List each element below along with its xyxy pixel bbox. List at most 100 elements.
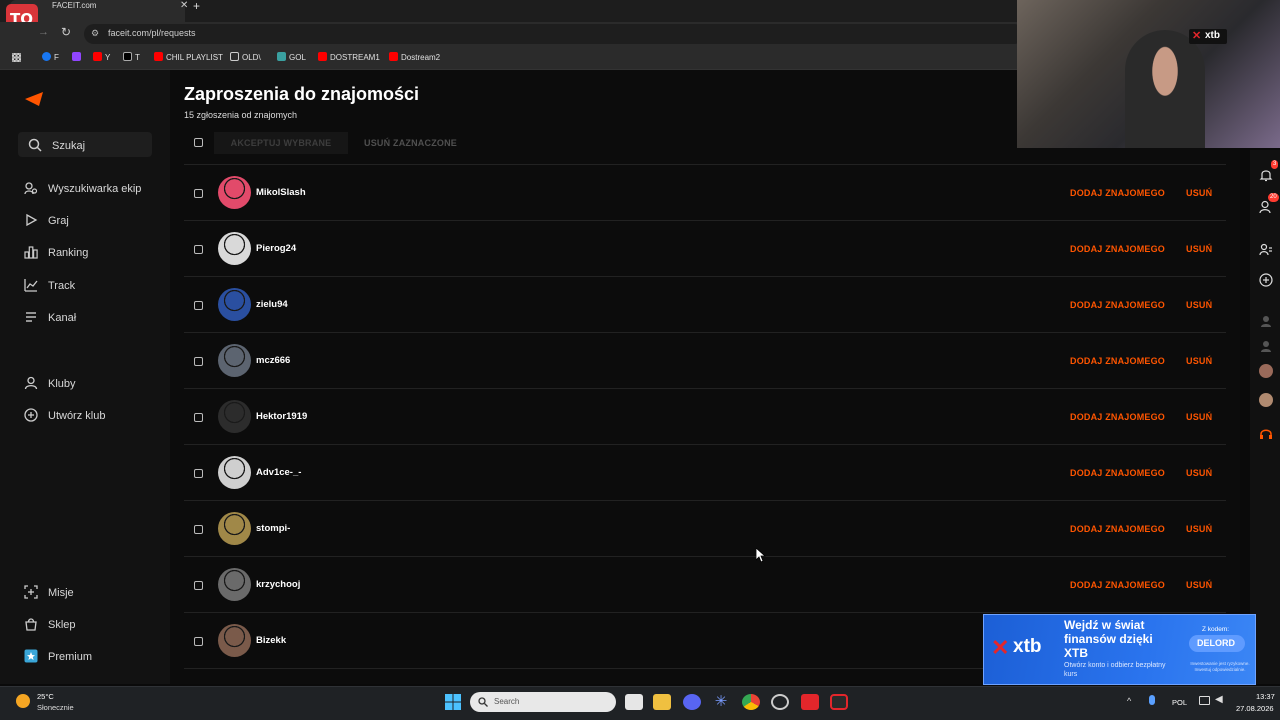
avatar[interactable] [218, 624, 251, 657]
add-icon[interactable] [1259, 273, 1273, 287]
bookmark-t[interactable]: T [123, 52, 140, 62]
sidebar-item-premium[interactable]: Premium [24, 649, 92, 663]
bookmark-old[interactable]: OLD\ [230, 52, 261, 62]
avatar[interactable] [218, 344, 251, 377]
volume-icon[interactable]: ◀ [1215, 694, 1223, 705]
avatar[interactable] [218, 288, 251, 321]
recorder-app-icon[interactable] [801, 694, 819, 710]
bookmark-chil-playlist[interactable]: CHIL PLAYLIST [154, 52, 223, 62]
username[interactable]: Hektor1919 [256, 411, 307, 422]
friend-avatar-icon[interactable] [1259, 393, 1273, 407]
avatar[interactable] [218, 232, 251, 265]
add-friend-button[interactable]: DODAJ ZNAJOMEGO [1070, 524, 1165, 534]
support-headset-icon[interactable] [1259, 427, 1273, 441]
accept-selected-button[interactable]: AKCEPTUJ WYBRANE [214, 132, 348, 154]
avatar[interactable] [218, 456, 251, 489]
forward-icon[interactable]: → [38, 26, 49, 38]
friends-icon[interactable] [1259, 200, 1273, 214]
avatar[interactable] [218, 176, 251, 209]
remove-request-button[interactable]: USUŃ [1186, 468, 1212, 478]
tray-chevron-icon[interactable]: ^ [1127, 696, 1131, 706]
avatar[interactable] [218, 568, 251, 601]
apps-grid-icon[interactable] [12, 53, 21, 62]
url-text[interactable]: faceit.com/pl/requests [108, 28, 196, 38]
remove-request-button[interactable]: USUŃ [1186, 188, 1212, 198]
row-checkbox[interactable] [194, 189, 203, 198]
username[interactable]: MikolSlash [256, 187, 306, 198]
delete-selected-button[interactable]: USUŃ ZAZNACZONE [364, 132, 457, 154]
friend-avatar-icon[interactable] [1259, 364, 1273, 378]
bookmark-y[interactable]: Y [93, 52, 110, 62]
row-checkbox[interactable] [194, 357, 203, 366]
add-friend-button[interactable]: DODAJ ZNAJOMEGO [1070, 468, 1165, 478]
sidebar-item-create-club[interactable]: Utwórz klub [24, 408, 105, 422]
user-slot-icon[interactable] [1259, 339, 1273, 353]
sidebar-item-missions[interactable]: Misje [24, 585, 74, 599]
star-app-icon[interactable]: ✳ [712, 694, 730, 710]
row-checkbox[interactable] [194, 301, 203, 310]
remove-request-button[interactable]: USUŃ [1186, 356, 1212, 366]
username[interactable]: Bizekk [256, 635, 286, 646]
avatar[interactable] [218, 400, 251, 433]
notifications-icon[interactable] [1259, 168, 1273, 182]
remove-request-button[interactable]: USUŃ [1186, 300, 1212, 310]
windows-start-icon[interactable] [445, 694, 461, 710]
steam-icon[interactable] [771, 694, 789, 710]
clock-date[interactable]: 27.08.2026 [1236, 704, 1274, 713]
sidebar-item-play[interactable]: Graj [24, 213, 69, 227]
sidebar-search[interactable]: Szukaj [28, 138, 85, 152]
remove-request-button[interactable]: USUŃ [1186, 244, 1212, 254]
remove-request-button[interactable]: USUŃ [1186, 580, 1212, 590]
sidebar-item-shop[interactable]: Sklep [24, 617, 76, 631]
username[interactable]: Pierog24 [256, 243, 296, 254]
add-friend-button[interactable]: DODAJ ZNAJOMEGO [1070, 300, 1165, 310]
username[interactable]: krzychooj [256, 579, 300, 590]
bookmark-dostream1[interactable]: DOSTREAM1 [318, 52, 380, 62]
avatar[interactable] [218, 512, 251, 545]
remove-request-button[interactable]: USUŃ [1186, 412, 1212, 422]
discord-icon[interactable] [683, 694, 701, 710]
username[interactable]: zielu94 [256, 299, 288, 310]
row-checkbox[interactable] [194, 581, 203, 590]
reload-icon[interactable]: ↻ [61, 25, 71, 39]
row-checkbox[interactable] [194, 245, 203, 254]
url-field[interactable] [84, 24, 1024, 44]
select-all-checkbox[interactable] [194, 138, 203, 147]
add-friend-button[interactable]: DODAJ ZNAJOMEGO [1070, 244, 1165, 254]
user-slot-icon[interactable] [1259, 314, 1273, 328]
add-friend-button[interactable]: DODAJ ZNAJOMEGO [1070, 356, 1165, 366]
party-icon[interactable] [1259, 243, 1273, 257]
remove-request-button[interactable]: USUŃ [1186, 524, 1212, 534]
row-checkbox[interactable] [194, 525, 203, 534]
chrome-icon[interactable] [742, 694, 760, 710]
row-checkbox[interactable] [194, 637, 203, 646]
bookmark-twitch[interactable] [72, 52, 84, 62]
task-view-icon[interactable] [625, 694, 643, 710]
shield-app-icon[interactable] [830, 694, 848, 710]
taskbar-search-box[interactable]: Search [470, 692, 616, 712]
network-icon[interactable] [1199, 696, 1210, 705]
close-tab-icon[interactable]: ✕ [180, 0, 188, 11]
sidebar-item-clubs[interactable]: Kluby [24, 376, 76, 390]
add-friend-button[interactable]: DODAJ ZNAJOMEGO [1070, 188, 1165, 198]
username[interactable]: stompi- [256, 523, 290, 534]
sidebar-item-feed[interactable]: Kanał [24, 310, 76, 324]
row-checkbox[interactable] [194, 413, 203, 422]
bookmark-f[interactable]: F [42, 52, 59, 62]
site-info-icon[interactable]: ⚙ [91, 28, 99, 39]
new-tab-icon[interactable]: + [193, 0, 200, 13]
faceit-logo-icon[interactable] [25, 92, 43, 106]
bookmark-dostream2[interactable]: Dostream2 [389, 52, 440, 62]
sidebar-item-ranking[interactable]: Ranking [24, 245, 88, 259]
clock-time[interactable]: 13:37 [1256, 692, 1275, 701]
add-friend-button[interactable]: DODAJ ZNAJOMEGO [1070, 580, 1165, 590]
bookmark-gol[interactable]: GOL [277, 52, 306, 62]
microphone-icon[interactable] [1149, 695, 1155, 705]
username[interactable]: Adv1ce-_- [256, 467, 301, 478]
sidebar-item-team-search[interactable]: Wyszukiwarka ekip [24, 181, 141, 195]
row-checkbox[interactable] [194, 469, 203, 478]
sidebar-item-track[interactable]: Track [24, 278, 75, 292]
xtb-ad-banner[interactable]: ✕ xtb Wejdź w świat finansów dzięki XTB … [983, 614, 1256, 685]
username[interactable]: mcz666 [256, 355, 290, 366]
add-friend-button[interactable]: DODAJ ZNAJOMEGO [1070, 412, 1165, 422]
